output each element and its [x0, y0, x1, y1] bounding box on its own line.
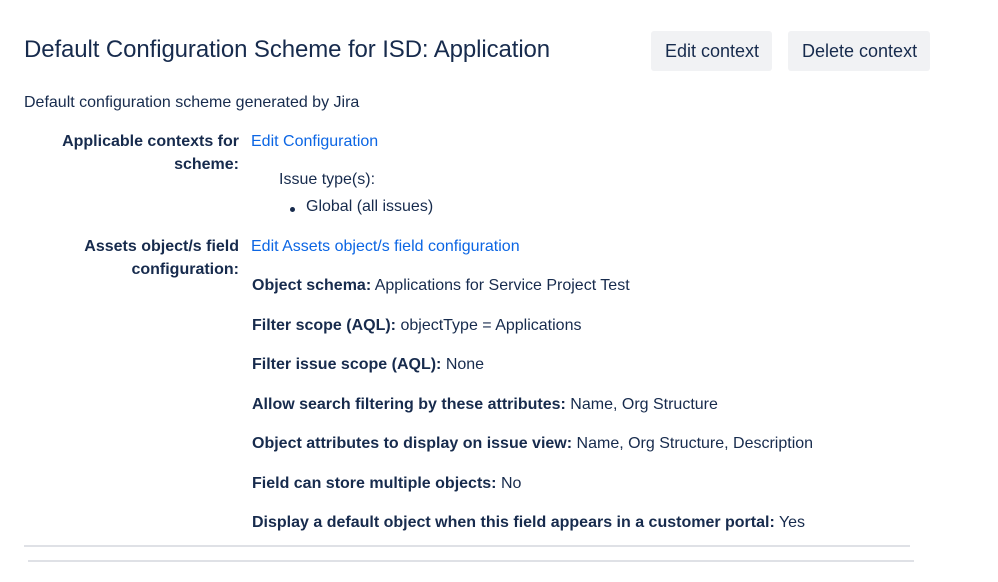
scheme-description: Default configuration scheme generated b… [24, 94, 360, 111]
property-key: Object attributes to display on issue vi… [252, 435, 573, 452]
property-filter-issue-scope: Filter issue scope (AQL): None [252, 353, 972, 393]
edit-context-button[interactable]: Edit context [651, 31, 772, 71]
property-value: Name, Org Structure [570, 395, 718, 413]
edit-assets-configuration-link[interactable]: Edit Assets object/s field configuration [251, 238, 520, 255]
contexts-value: Edit Configuration [251, 130, 378, 153]
list-item: Global (all issues) [290, 198, 433, 216]
issue-types-list: Global (all issues) [290, 198, 433, 216]
property-value: Yes [778, 514, 806, 531]
property-search-filtering: Allow search filtering by these attribut… [252, 393, 972, 433]
property-key: Object schema: [252, 277, 372, 294]
property-multiple-objects: Field can store multiple objects: No [252, 472, 972, 512]
property-key: Filter issue scope (AQL): [252, 356, 442, 373]
divider [28, 560, 914, 562]
property-value: No [500, 474, 522, 492]
edit-configuration-link[interactable]: Edit Configuration [251, 133, 378, 150]
property-value: None [445, 356, 485, 373]
property-display-attributes: Object attributes to display on issue vi… [252, 432, 972, 472]
config-scheme-page: Default Configuration Scheme for ISD: Ap… [0, 0, 998, 582]
property-key: Display a default object when this field… [252, 514, 775, 531]
property-key: Field can store multiple objects: [252, 474, 497, 492]
divider [24, 545, 910, 547]
contexts-row: Applicable contexts for scheme: Edit Con… [24, 130, 924, 220]
assets-value: Edit Assets object/s field configuration [251, 235, 520, 258]
property-key: Allow search filtering by these attribut… [252, 395, 566, 413]
assets-row: Assets object/s field configuration: Edi… [24, 235, 924, 278]
assets-properties: Object schema: Applications for Service … [252, 274, 972, 551]
page-title: Default Configuration Scheme for ISD: Ap… [24, 36, 551, 63]
property-value: objectType = Applications [400, 316, 582, 334]
property-filter-scope: Filter scope (AQL): objectType = Applica… [252, 314, 972, 354]
property-object-schema: Object schema: Applications for Service … [252, 274, 972, 314]
property-value: Applications for Service Project Test [374, 277, 630, 294]
page-header: Default Configuration Scheme for ISD: Ap… [24, 26, 930, 74]
issue-types-heading: Issue type(s): [279, 171, 376, 188]
property-value: Name, Org Structure, Description [576, 435, 814, 452]
property-key: Filter scope (AQL): [252, 316, 397, 334]
contexts-label: Applicable contexts for scheme: [62, 133, 239, 173]
assets-label: Assets object/s field configuration: [84, 238, 239, 278]
delete-context-button[interactable]: Delete context [788, 31, 930, 71]
